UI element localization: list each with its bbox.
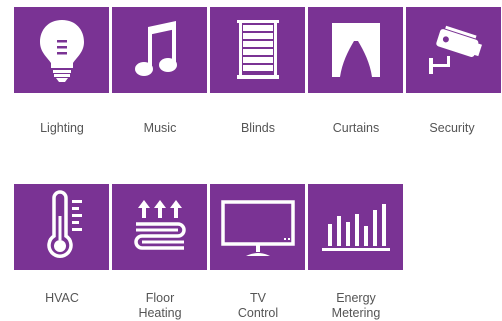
tv-control-label: TV Control bbox=[237, 291, 279, 320]
lighting-label: Lighting bbox=[40, 121, 84, 135]
music-label: Music bbox=[143, 121, 177, 135]
music-tile[interactable] bbox=[112, 7, 207, 93]
security-label: Security bbox=[429, 121, 475, 135]
energy-metering-tile[interactable] bbox=[308, 184, 403, 270]
blinds-label: Blinds bbox=[240, 121, 276, 135]
energy-metering-label: Energy Metering bbox=[331, 291, 381, 320]
tv-icon bbox=[220, 200, 295, 256]
hvac-tile[interactable] bbox=[14, 184, 109, 270]
floor-heating-tile[interactable] bbox=[112, 184, 207, 270]
security-tile[interactable] bbox=[406, 7, 501, 93]
lighting-tile[interactable] bbox=[14, 7, 109, 93]
tv-control-tile[interactable] bbox=[210, 184, 305, 270]
floor-heating-label: Floor Heating bbox=[138, 291, 182, 320]
hvac-label: HVAC bbox=[45, 291, 79, 305]
curtains-icon bbox=[331, 23, 380, 77]
blinds-tile[interactable] bbox=[210, 7, 305, 93]
curtains-label: Curtains bbox=[332, 121, 380, 135]
thermometer-icon bbox=[46, 190, 82, 258]
curtains-tile[interactable] bbox=[308, 7, 403, 93]
energy-meter-icon bbox=[321, 204, 390, 251]
blinds-icon bbox=[236, 20, 279, 79]
lightbulb-icon bbox=[39, 20, 84, 82]
floor-heating-icon bbox=[133, 200, 186, 250]
security-camera-icon bbox=[428, 25, 482, 74]
music-note-icon bbox=[134, 21, 177, 76]
